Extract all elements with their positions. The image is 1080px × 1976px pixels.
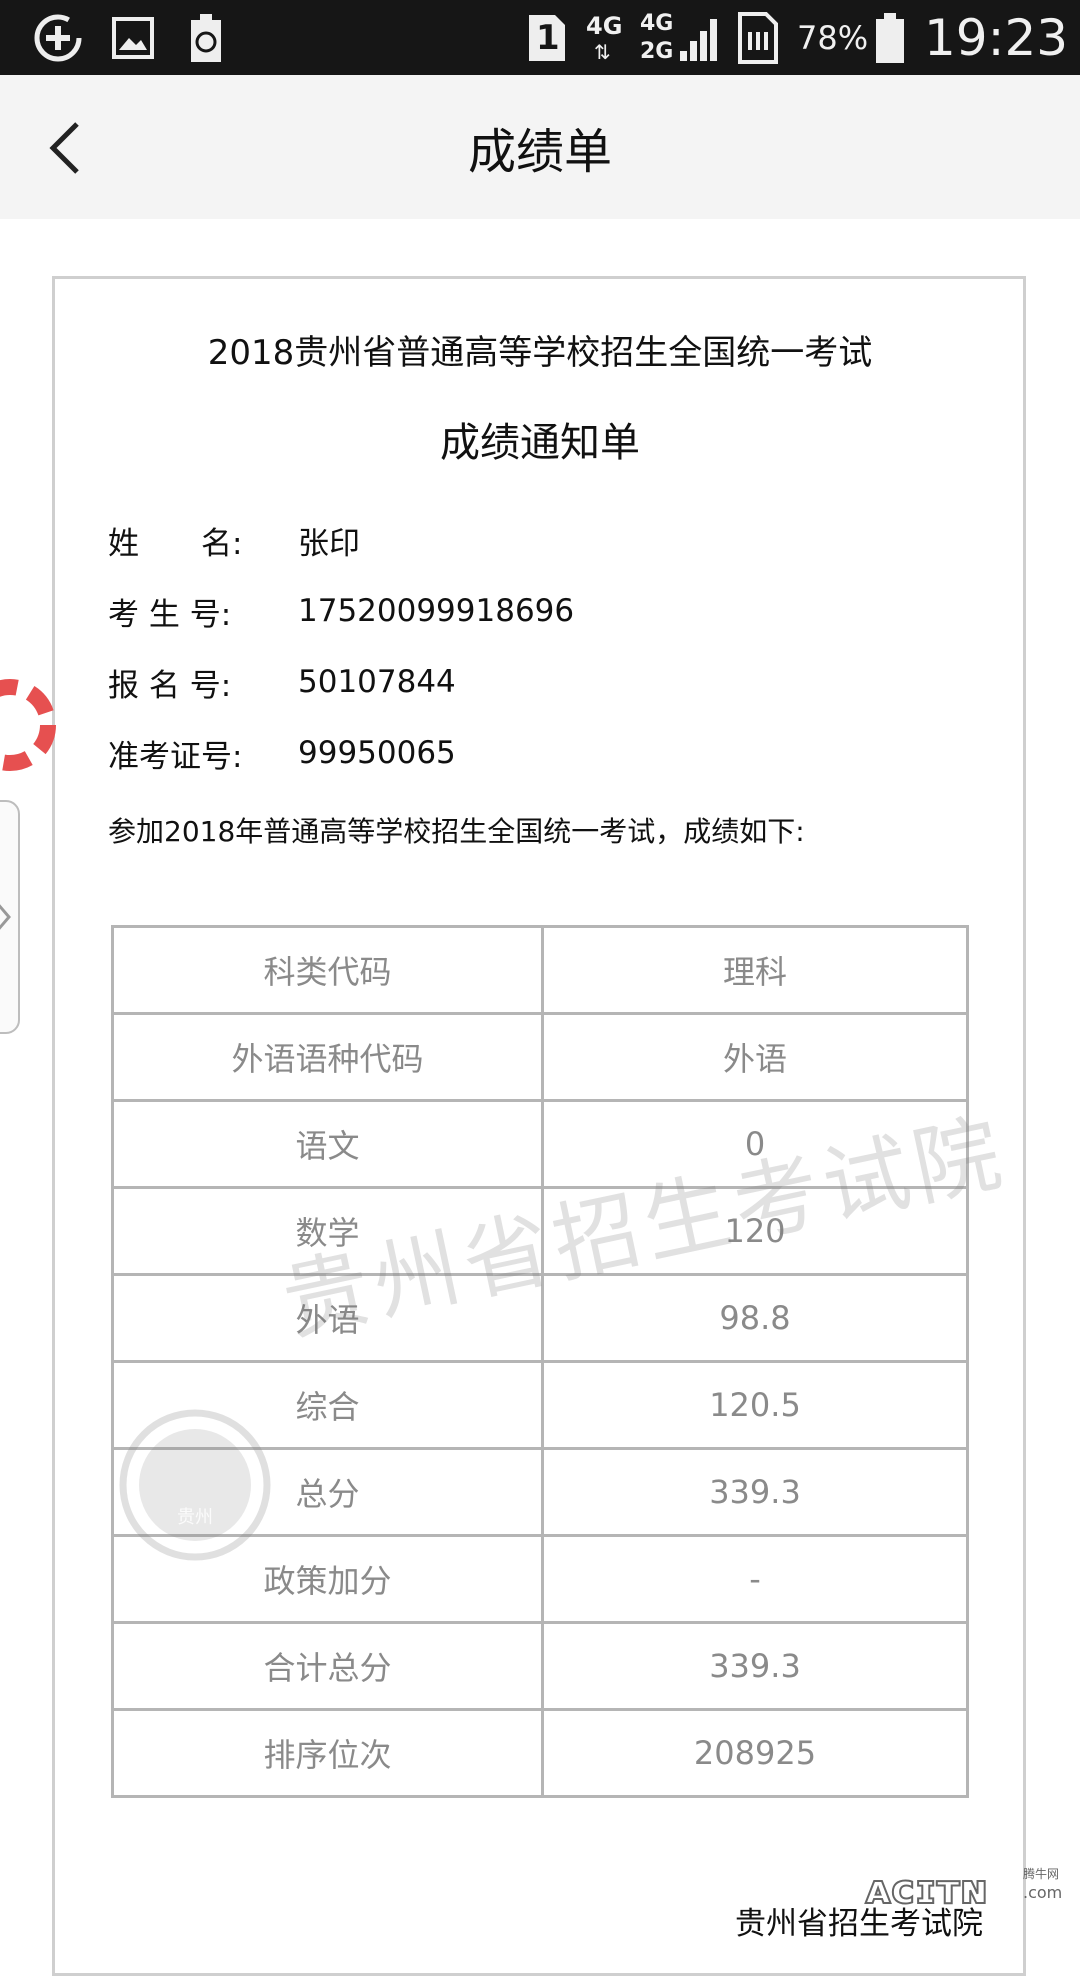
info-row-registration-number: 报 名 号: 50107844 [108,657,456,707]
info-row-admission-ticket: 准考证号: 99950065 [108,728,456,778]
value-cell: 208925 [541,1708,969,1798]
table-row: 合计总分 339.3 [111,1621,969,1711]
notice-title: 成绩通知单 [440,420,640,466]
info-label: 姓 名: [108,525,243,562]
table-row: 数学 120 [111,1186,969,1276]
floating-assistant-button[interactable] [0,675,60,779]
subject-cell: 总分 [111,1447,544,1537]
subject-cell: 外语语种代码 [111,1012,544,1102]
recycle-icon [183,0,229,75]
clock: 19:23 [924,8,1069,67]
table-row: 政策加分 - [111,1534,969,1624]
value-cell: 120.5 [541,1360,969,1450]
subject-cell: 语文 [111,1099,544,1189]
data-saver-icon [28,0,88,75]
table-row: 外语语种代码 外语 [111,1012,969,1102]
site-watermark-small: 腾牛网 [1023,1867,1060,1881]
info-value: 张印 [298,525,360,562]
battery-percent: 78% [797,18,869,57]
info-row-candidate-number: 考 生 号: 17520099918696 [108,586,574,636]
exam-title: 2018贵州省普通高等学校招生全国统一考试 [207,333,873,373]
info-label: 考 生 号: [108,596,232,633]
chevron-right-icon [0,904,11,930]
side-drawer-handle[interactable] [0,800,20,1034]
subject-cell: 排序位次 [111,1708,544,1798]
subject-cell: 外语 [111,1273,544,1363]
subject-cell: 合计总分 [111,1621,544,1711]
value-cell: 0 [541,1099,969,1189]
site-watermark-suffix: .com [1023,1883,1063,1902]
table-row: 科类代码 理科 [111,925,969,1015]
signal-icon [676,0,726,75]
value-cell: 120 [541,1186,969,1276]
page-title: 成绩单 [467,124,612,180]
info-label: 报 名 号: [108,667,232,704]
site-watermark-text: ᴀᴄɪᴛɴ [864,1866,989,1914]
sim-card-secondary-icon [734,0,782,75]
value-cell: 339.3 [541,1447,969,1537]
info-value: 17520099918696 [298,593,575,629]
subject-cell: 数学 [111,1186,544,1276]
info-value: 99950065 [298,735,456,771]
table-row: 外语 98.8 [111,1273,969,1363]
table-row: 总分 339.3 [111,1447,969,1537]
app-bar: 成绩单 [0,75,1080,219]
info-label: 准考证号: [108,738,243,775]
subject-cell: 政策加分 [111,1534,544,1624]
table-row: 排序位次 208925 [111,1708,969,1798]
subject-cell: 科类代码 [111,925,544,1015]
score-table: 科类代码 理科 外语语种代码 外语 语文 0 数学 120 外语 98.8 综合 120.5… [111,925,969,1798]
info-value: 50107844 [298,664,456,700]
sim-slot-number: 1 [536,17,560,58]
info-row-name: 姓 名: 张印 [108,515,360,565]
value-cell: - [541,1534,969,1624]
intro-text: 参加2018年普通高等学校招生全国统一考试，成绩如下: [108,815,805,848]
table-row: 语文 0 [111,1099,969,1189]
subject-cell: 综合 [111,1360,544,1450]
status-bar: 1 4G ⇅ 4G 2G 78% 19:23 [0,0,1080,75]
table-row: 综合 120.5 [111,1360,969,1450]
site-watermark-logo: ᴀᴄɪᴛɴ 腾牛网 .com [864,1865,1075,1920]
gallery-icon [108,0,158,75]
value-cell: 理科 [541,925,969,1015]
lifebuoy-icon [0,679,56,771]
battery-icon [872,0,908,75]
value-cell: 外语 [541,1012,969,1102]
value-cell: 339.3 [541,1621,969,1711]
value-cell: 98.8 [541,1273,969,1363]
